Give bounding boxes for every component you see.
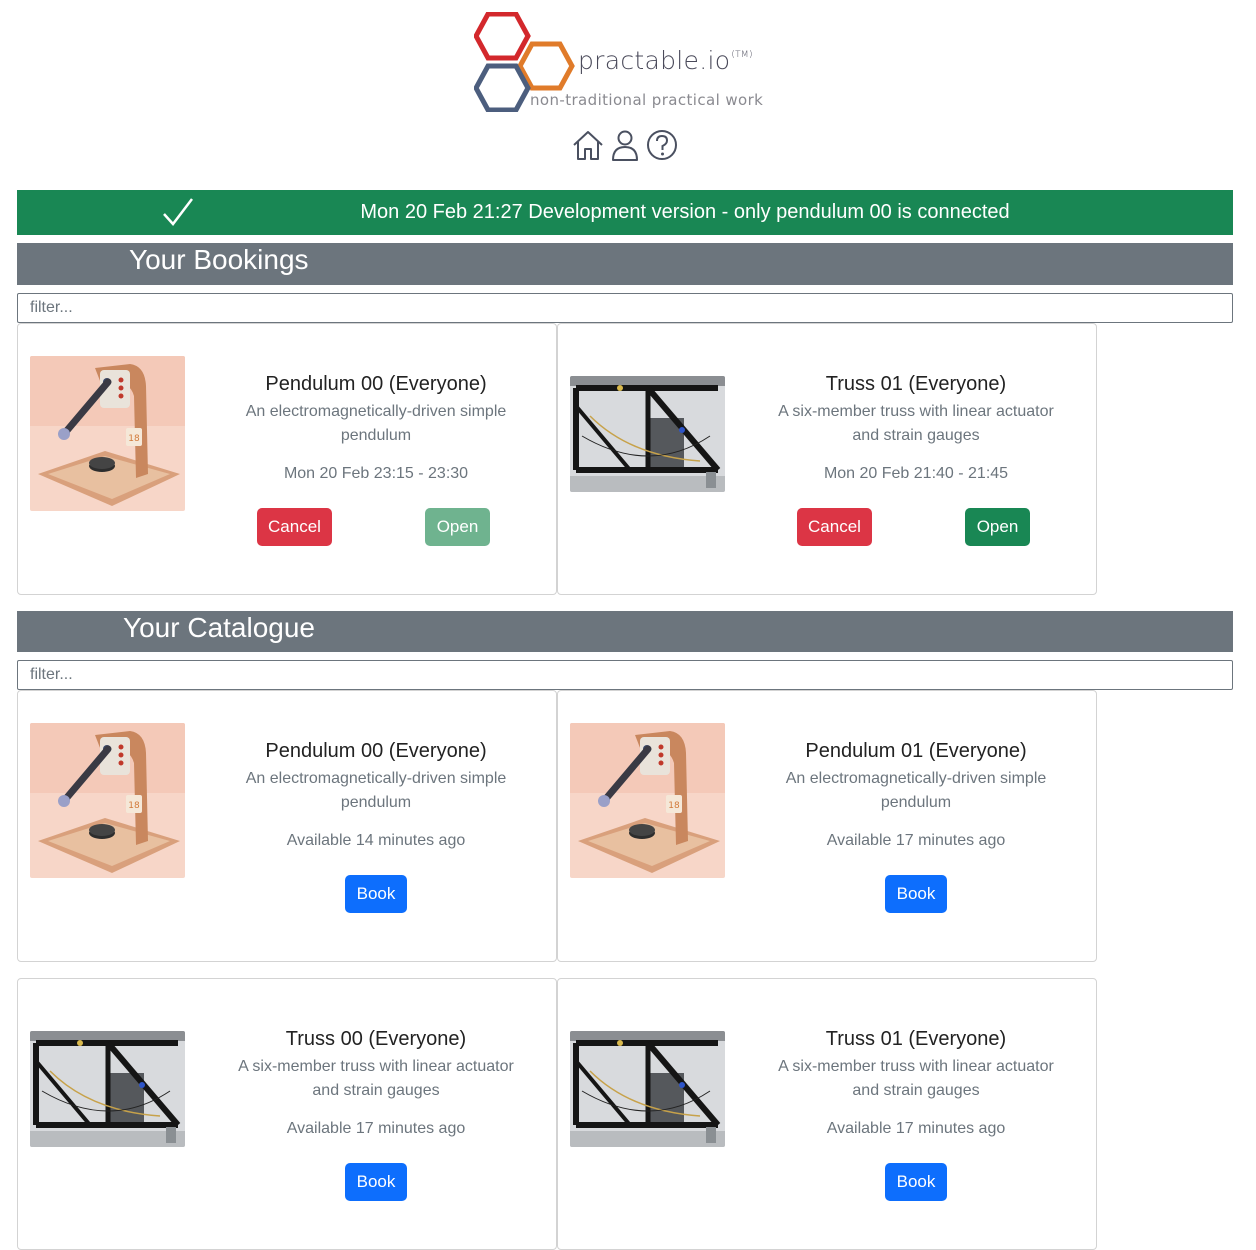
booking-title: Truss 01 (Everyone) bbox=[825, 373, 1007, 395]
catalogue-availability: Available 14 minutes ago bbox=[286, 832, 466, 849]
catalogue-title: Truss 00 (Everyone) bbox=[285, 1028, 467, 1050]
booking-time: Mon 20 Feb 23:15 - 23:30 bbox=[283, 465, 469, 482]
book-button[interactable]: Book bbox=[345, 1163, 407, 1201]
cancel-booking-button[interactable]: Cancel bbox=[257, 508, 332, 546]
catalogue-description: An electromagnetically-driven simple pen… bbox=[785, 770, 1047, 811]
nav-icon-bar bbox=[570, 127, 680, 163]
catalogue-title: Pendulum 00 (Everyone) bbox=[265, 740, 487, 762]
open-booking-button[interactable]: Open bbox=[425, 508, 490, 546]
catalogue-description: A six-member truss with linear actuator … bbox=[778, 1058, 1054, 1099]
catalogue-heading: Your Catalogue bbox=[123, 612, 316, 643]
catalogue-header: Your Catalogue bbox=[17, 611, 1233, 652]
catalogue-card: Pendulum 00 (Everyone) An electromagneti… bbox=[17, 690, 557, 962]
help-icon[interactable] bbox=[644, 127, 680, 163]
brand-tagline: non-traditional practical work bbox=[530, 91, 764, 109]
catalogue-filter-input[interactable] bbox=[17, 660, 1233, 690]
booking-time: Mon 20 Feb 21:40 - 21:45 bbox=[823, 465, 1009, 482]
catalogue-title: Pendulum 01 (Everyone) bbox=[805, 740, 1027, 762]
user-icon[interactable] bbox=[607, 127, 643, 163]
catalogue-description: A six-member truss with linear actuator … bbox=[238, 1058, 514, 1099]
book-button[interactable]: Book bbox=[345, 875, 407, 913]
truss-thumbnail bbox=[30, 1031, 185, 1147]
bookings-filter-input[interactable] bbox=[17, 293, 1233, 323]
practable-logo: practable.io(TM) non-traditional practic… bbox=[474, 12, 794, 112]
catalogue-card: Pendulum 01 (Everyone) An electromagneti… bbox=[557, 690, 1097, 962]
book-button[interactable]: Book bbox=[885, 1163, 947, 1201]
catalogue-description: An electromagnetically-driven simple pen… bbox=[245, 770, 507, 811]
pendulum-thumbnail bbox=[30, 723, 185, 878]
booking-card: Truss 01 (Everyone) A six-member truss w… bbox=[557, 323, 1097, 595]
booking-description: A six-member truss with linear actuator … bbox=[778, 403, 1054, 444]
bookings-heading: Your Bookings bbox=[129, 244, 309, 275]
catalogue-card: Truss 00 (Everyone) A six-member truss w… bbox=[17, 978, 557, 1250]
booking-description: An electromagnetically-driven simple pen… bbox=[245, 403, 507, 444]
truss-thumbnail bbox=[570, 376, 725, 492]
status-banner: Mon 20 Feb 21:27 Development version - o… bbox=[17, 190, 1233, 235]
book-button[interactable]: Book bbox=[885, 875, 947, 913]
brand-name: practable.io(TM) bbox=[578, 46, 753, 75]
booking-card: Pendulum 00 (Everyone) An electromagneti… bbox=[17, 323, 557, 595]
catalogue-card: Truss 01 (Everyone) A six-member truss w… bbox=[557, 978, 1097, 1250]
catalogue-availability: Available 17 minutes ago bbox=[286, 1120, 466, 1137]
cancel-booking-button[interactable]: Cancel bbox=[797, 508, 872, 546]
catalogue-availability: Available 17 minutes ago bbox=[826, 832, 1006, 849]
pendulum-thumbnail bbox=[570, 723, 725, 878]
pendulum-thumbnail bbox=[30, 356, 185, 511]
booking-title: Pendulum 00 (Everyone) bbox=[265, 373, 487, 395]
status-message: Mon 20 Feb 21:27 Development version - o… bbox=[360, 201, 1010, 223]
bookings-header: Your Bookings bbox=[17, 243, 1233, 285]
open-booking-button[interactable]: Open bbox=[965, 508, 1030, 546]
catalogue-availability: Available 17 minutes ago bbox=[826, 1120, 1006, 1137]
truss-thumbnail bbox=[570, 1031, 725, 1147]
home-icon[interactable] bbox=[570, 127, 606, 163]
catalogue-title: Truss 01 (Everyone) bbox=[825, 1028, 1007, 1050]
